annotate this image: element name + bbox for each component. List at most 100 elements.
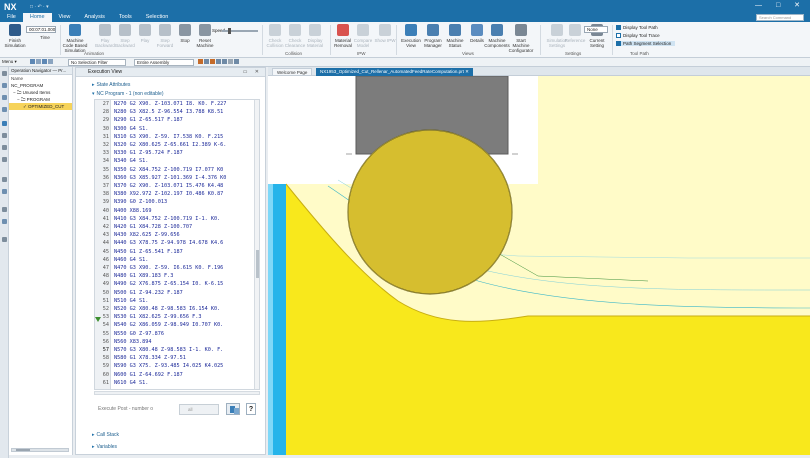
command-finder-input[interactable]: Search Command [756, 14, 804, 21]
nc-code-line[interactable]: 29 N290 G1 Z-65.517 F.187 [95, 117, 183, 125]
snap-mid-icon[interactable] [210, 59, 215, 65]
nc-code-line[interactable]: 53 N530 G1 X82.625 Z-99.656 F.3 [95, 314, 202, 322]
main-menu-button[interactable]: Menu ▾ [2, 59, 17, 66]
display-tool-trace-toggle[interactable]: Display Tool Trace [616, 33, 660, 38]
snap-more-icon[interactable] [228, 59, 233, 65]
snap-end-icon[interactable] [204, 59, 209, 65]
reference-select[interactable]: None [584, 26, 608, 33]
nc-code-line[interactable]: 34 N340 G4 S1. [95, 158, 149, 166]
snap-settings-icon[interactable] [234, 59, 239, 65]
nc-code-line[interactable]: 32 N320 G2 X80.625 Z-65.661 I2.389 K-6. [95, 142, 227, 150]
constraint-navigator-icon[interactable] [2, 83, 7, 88]
speed-slider-knob[interactable] [228, 28, 231, 34]
window-controls[interactable]: — □ ✕ [755, 1, 806, 9]
nc-code-line[interactable]: 50 N500 G1 Z-94.232 F.187 [95, 290, 183, 298]
lasso-icon[interactable] [48, 59, 53, 65]
scrollbar-thumb[interactable] [256, 250, 259, 278]
navigator-tree-item[interactable]: − 🗀 PROGRAM [9, 96, 72, 103]
nc-code-line[interactable]: 49 N490 G2 X76.875 Z-65.154 I0. K-6.15 [95, 281, 224, 289]
nc-code-line[interactable]: 61 N610 G4 S1. [95, 380, 149, 388]
nc-code-line[interactable]: 35 N350 G2 X84.752 Z-100.719 I7.077 K0 [95, 167, 224, 175]
nc-code-line[interactable]: 60 N600 G1 Z-64.692 F.187 [95, 372, 183, 380]
nc-code-line[interactable]: 46 N460 G4 S1. [95, 257, 149, 265]
snap-center-icon[interactable] [216, 59, 221, 65]
nc-code-line[interactable]: 54 N540 G2 X86.059 Z-98.949 I0.707 K0. [95, 322, 224, 330]
nc-code-line[interactable]: 30 N300 G4 S1. [95, 126, 149, 134]
nc-code-line[interactable]: 47 N470 G3 X90. Z-59. I6.615 K0. F.196 [95, 265, 224, 273]
finish-simulation-button[interactable]: Finish Simulation [2, 24, 28, 54]
time-field[interactable]: 00:07:01.000 [26, 26, 56, 33]
deselect-icon[interactable] [36, 59, 41, 65]
nc-code-line[interactable]: 31 N310 G3 X90. Z-59. I7.538 K0. F.215 [95, 134, 224, 142]
nc-code-line[interactable]: 56 N560 X83.894 [95, 339, 152, 347]
web-browser-icon[interactable] [2, 189, 7, 194]
nc-code-line[interactable]: 57 N570 G3 X80.48 Z-98.583 I-1. K0. F. [95, 347, 224, 355]
nc-code-line[interactable]: 33 N330 G1 Z-95.724 F.187 [95, 150, 183, 158]
part-navigator-icon[interactable] [2, 95, 7, 100]
variables-section[interactable]: ▸ Variables [92, 444, 117, 450]
nc-code-line[interactable]: 40 N400 X88.169 [95, 208, 152, 216]
scrollbar-thumb[interactable] [16, 449, 30, 451]
menu-tools[interactable]: Tools [112, 13, 139, 22]
machine-code-based-simulation-button[interactable]: Machine Code Based Simulation [62, 24, 88, 54]
operation-navigator-icon[interactable] [2, 121, 7, 126]
machine-components-button[interactable]: Machine Components [484, 24, 510, 54]
quick-access-toolbar[interactable]: □ · ↶ · ▾ [30, 4, 49, 10]
nc-code-listing[interactable]: 27 N270 G2 X90. Z-103.071 I8. K0. F.227 28… [94, 99, 260, 390]
show-ipw-button[interactable]: Show IPW [372, 24, 398, 54]
navigator-horizontal-scrollbar[interactable] [11, 448, 69, 452]
snap-grid-icon[interactable] [222, 59, 227, 65]
settings-gear-icon[interactable] [2, 237, 7, 242]
nc-code-line[interactable]: 28 N280 G3 X82.5 Z-96.554 I3.788 K8.51 [95, 109, 224, 117]
process-studio-icon[interactable] [2, 157, 7, 162]
system-materials-icon[interactable] [2, 207, 7, 212]
start-machine-configurator-button[interactable]: Start Machine Configurator [508, 24, 534, 54]
execute-button[interactable] [226, 403, 240, 415]
navigator-column-name[interactable]: Name [9, 75, 72, 82]
nc-code-line[interactable]: 59 N590 G3 X75. Z-93.485 I4.025 K4.025 [95, 363, 224, 371]
call-stack-section[interactable]: ▸ Call Stack [92, 432, 119, 438]
nc-code-line[interactable]: 36 N360 G3 X85.927 Z-101.369 I-4.376 K0 [95, 175, 227, 183]
menu-selection[interactable]: Selection [139, 13, 176, 22]
select-icon[interactable] [30, 59, 35, 65]
navigator-tree-item[interactable]: ✓ OPTIMIZED_CUT [9, 103, 72, 110]
navigator-tree-item[interactable]: − 🗀 Unused Items [9, 89, 72, 96]
filter-icon[interactable] [42, 59, 47, 65]
navigator-tree-item[interactable]: NC_PROGRAM [9, 82, 72, 89]
roles-icon[interactable] [2, 177, 7, 182]
tab-welcome-page[interactable]: Welcome Page [272, 68, 313, 76]
menu-home[interactable]: Home [22, 13, 52, 22]
panel-controls[interactable]: ▭ ✕ [243, 68, 262, 77]
nc-code-line[interactable]: 44 N440 G3 X78.75 Z-94.978 I4.678 K4.6 [95, 240, 224, 248]
nc-code-line[interactable]: 48 N480 G1 X89.183 F.3 [95, 273, 174, 281]
menu-view[interactable]: View [52, 13, 78, 22]
nc-code-line[interactable]: 43 N430 X82.625 Z-99.656 [95, 232, 180, 240]
nc-code-line[interactable]: 37 N370 G2 X90. Z-103.071 I5.476 K4.48 [95, 183, 224, 191]
display-tool-path-toggle[interactable]: Display Tool Path [616, 25, 658, 30]
menu-file[interactable]: File [0, 13, 23, 22]
menu-analysis[interactable]: Analysis [77, 13, 111, 22]
assembly-navigator-icon[interactable] [2, 71, 7, 76]
machine-tool-navigator-icon[interactable] [2, 133, 7, 138]
nc-code-line[interactable]: 52 N520 G2 X80.48 Z-98.583 I6.154 K0. [95, 306, 220, 314]
nc-code-line[interactable]: 58 N580 G1 X78.334 Z-97.51 [95, 355, 186, 363]
simulation-viewport[interactable] [268, 76, 810, 455]
code-vertical-scrollbar[interactable] [254, 100, 259, 389]
nc-program-section[interactable]: ▾ NC Program - 1 (non editable) [92, 91, 164, 97]
snap-point-icon[interactable] [198, 59, 203, 65]
state-attributes-section[interactable]: ▸ State Attributes [92, 82, 130, 88]
code-horizontal-scrollbar[interactable] [94, 391, 260, 395]
history-icon[interactable] [2, 145, 7, 150]
tab-part-file[interactable]: NX1953_Optimized_Cut_Rellenar_AutomatedF… [316, 68, 473, 76]
path-segment-selection-toggle[interactable]: Path Segment Selection [616, 41, 676, 46]
help-button[interactable]: ? [246, 403, 256, 415]
nc-code-line[interactable]: 51 N510 G4 S1. [95, 298, 149, 306]
nc-code-line[interactable]: 39 N390 G0 Z-100.013 [95, 199, 167, 207]
nc-code-line[interactable]: 42 N420 G1 X84.728 Z-100.707 [95, 224, 192, 232]
graphics-window[interactable] [268, 76, 810, 455]
nc-code-line[interactable]: 45 N450 G1 Z-65.541 F.187 [95, 249, 183, 257]
reuse-library-icon[interactable] [2, 107, 7, 112]
execute-count-input[interactable]: all [179, 404, 219, 415]
speed-slider[interactable] [222, 28, 258, 34]
nc-code-line[interactable]: 27 N270 G2 X90. Z-103.071 I8. K0. F.227 [95, 101, 227, 109]
